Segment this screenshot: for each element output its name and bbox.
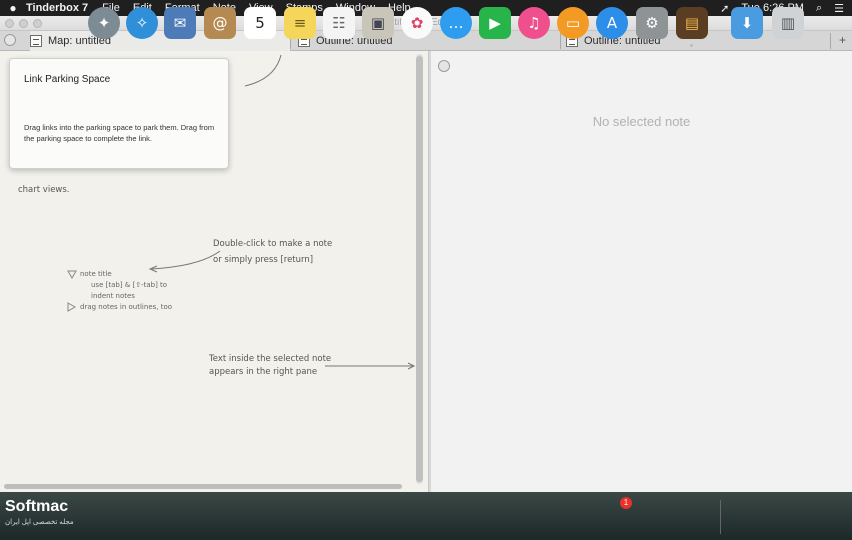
app-store-badge: 1 bbox=[620, 497, 632, 509]
mail-icon[interactable]: ✉ bbox=[164, 7, 196, 39]
map-hint-return: or simply press [return] bbox=[213, 255, 314, 265]
calendar-day: 5 bbox=[255, 14, 265, 32]
map-horizontal-scrollbar[interactable] bbox=[4, 484, 402, 489]
outline-sample-drag: drag notes in outlines, too bbox=[80, 303, 173, 311]
calendar-icon[interactable]: 5 bbox=[244, 7, 276, 39]
map-hint-chart-views: chart views. bbox=[18, 185, 70, 195]
popover-title: Link Parking Space bbox=[24, 74, 111, 85]
system-preferences-icon[interactable]: ⚙ bbox=[636, 7, 668, 39]
tinderbox-icon[interactable]: ▤ bbox=[676, 7, 708, 39]
running-indicator bbox=[690, 44, 693, 47]
app-store-icon[interactable]: A bbox=[596, 7, 628, 39]
downloads-icon[interactable]: ⬇ bbox=[731, 7, 763, 39]
launchpad-icon[interactable]: ✦ bbox=[88, 7, 120, 39]
reminders-icon[interactable]: ☷ bbox=[323, 7, 355, 39]
map-hint-text-inside: Text inside the selected note bbox=[209, 354, 332, 364]
messages-icon[interactable]: … bbox=[440, 7, 472, 39]
spotlight-icon[interactable]: ⌕ bbox=[816, 2, 822, 15]
map-view-icon bbox=[30, 35, 42, 47]
notes-icon[interactable]: ≡ bbox=[284, 7, 316, 39]
tinderbox-window: Untitled — Edited ⌄ Map: untitled Outlin… bbox=[0, 16, 852, 492]
disclosure-closed-icon bbox=[67, 302, 77, 312]
add-tab-button[interactable]: + bbox=[839, 33, 846, 47]
map-hint-double-click: Double-click to make a note bbox=[213, 239, 333, 249]
watermark: Softmac مجله تخصصی اپل ایران bbox=[5, 498, 91, 536]
cursor-status-icon[interactable]: ➚ bbox=[720, 2, 729, 15]
outline-sample-note-title: note title bbox=[80, 270, 112, 278]
contacts-icon[interactable]: @ bbox=[204, 7, 236, 39]
outline-sample-use-tab: use [tab] & [⇧-tab] to bbox=[91, 281, 168, 289]
facetime-icon[interactable]: ▶ bbox=[479, 7, 511, 39]
link-parking-popover: Link Parking Space Drag links into the p… bbox=[9, 58, 229, 169]
apple-menu-icon[interactable]: ● bbox=[0, 1, 26, 15]
arrow-to-tab bbox=[244, 54, 282, 87]
safari-icon[interactable]: ✧ bbox=[126, 7, 158, 39]
link-parking-button[interactable] bbox=[4, 34, 16, 46]
note-pane-button[interactable] bbox=[438, 60, 450, 72]
ibooks-icon[interactable]: ▭ bbox=[557, 7, 589, 39]
tab-divider bbox=[830, 33, 831, 49]
scroll-thumb[interactable] bbox=[416, 56, 423, 482]
dock bbox=[0, 492, 852, 540]
no-selection-label: No selected note bbox=[592, 114, 691, 129]
itunes-icon[interactable]: ♫ bbox=[518, 7, 550, 39]
watermark-subtitle: مجله تخصصی اپل ایران bbox=[5, 519, 74, 526]
dock-separator bbox=[720, 500, 721, 534]
arrow-to-note bbox=[151, 250, 221, 270]
text-pane[interactable]: No selected note bbox=[431, 51, 852, 492]
photos-icon[interactable]: ✿ bbox=[401, 7, 433, 39]
app-menu[interactable]: Tinderbox 7 bbox=[26, 2, 88, 14]
map-vertical-scrollbar[interactable] bbox=[416, 54, 423, 484]
trash-icon[interactable]: ▥ bbox=[772, 7, 804, 39]
disclosure-open-icon bbox=[67, 270, 77, 280]
map-hint-right-pane: appears in the right pane bbox=[209, 367, 318, 377]
preview-icon[interactable]: ▣ bbox=[362, 7, 394, 39]
tab-divider bbox=[560, 33, 561, 49]
notification-center-icon[interactable]: ☰ bbox=[834, 2, 844, 15]
popover-body: Drag links into the parking space to par… bbox=[24, 123, 215, 143]
watermark-brand: Softmac bbox=[5, 498, 69, 515]
outline-sample-indent: indent notes bbox=[91, 292, 135, 300]
